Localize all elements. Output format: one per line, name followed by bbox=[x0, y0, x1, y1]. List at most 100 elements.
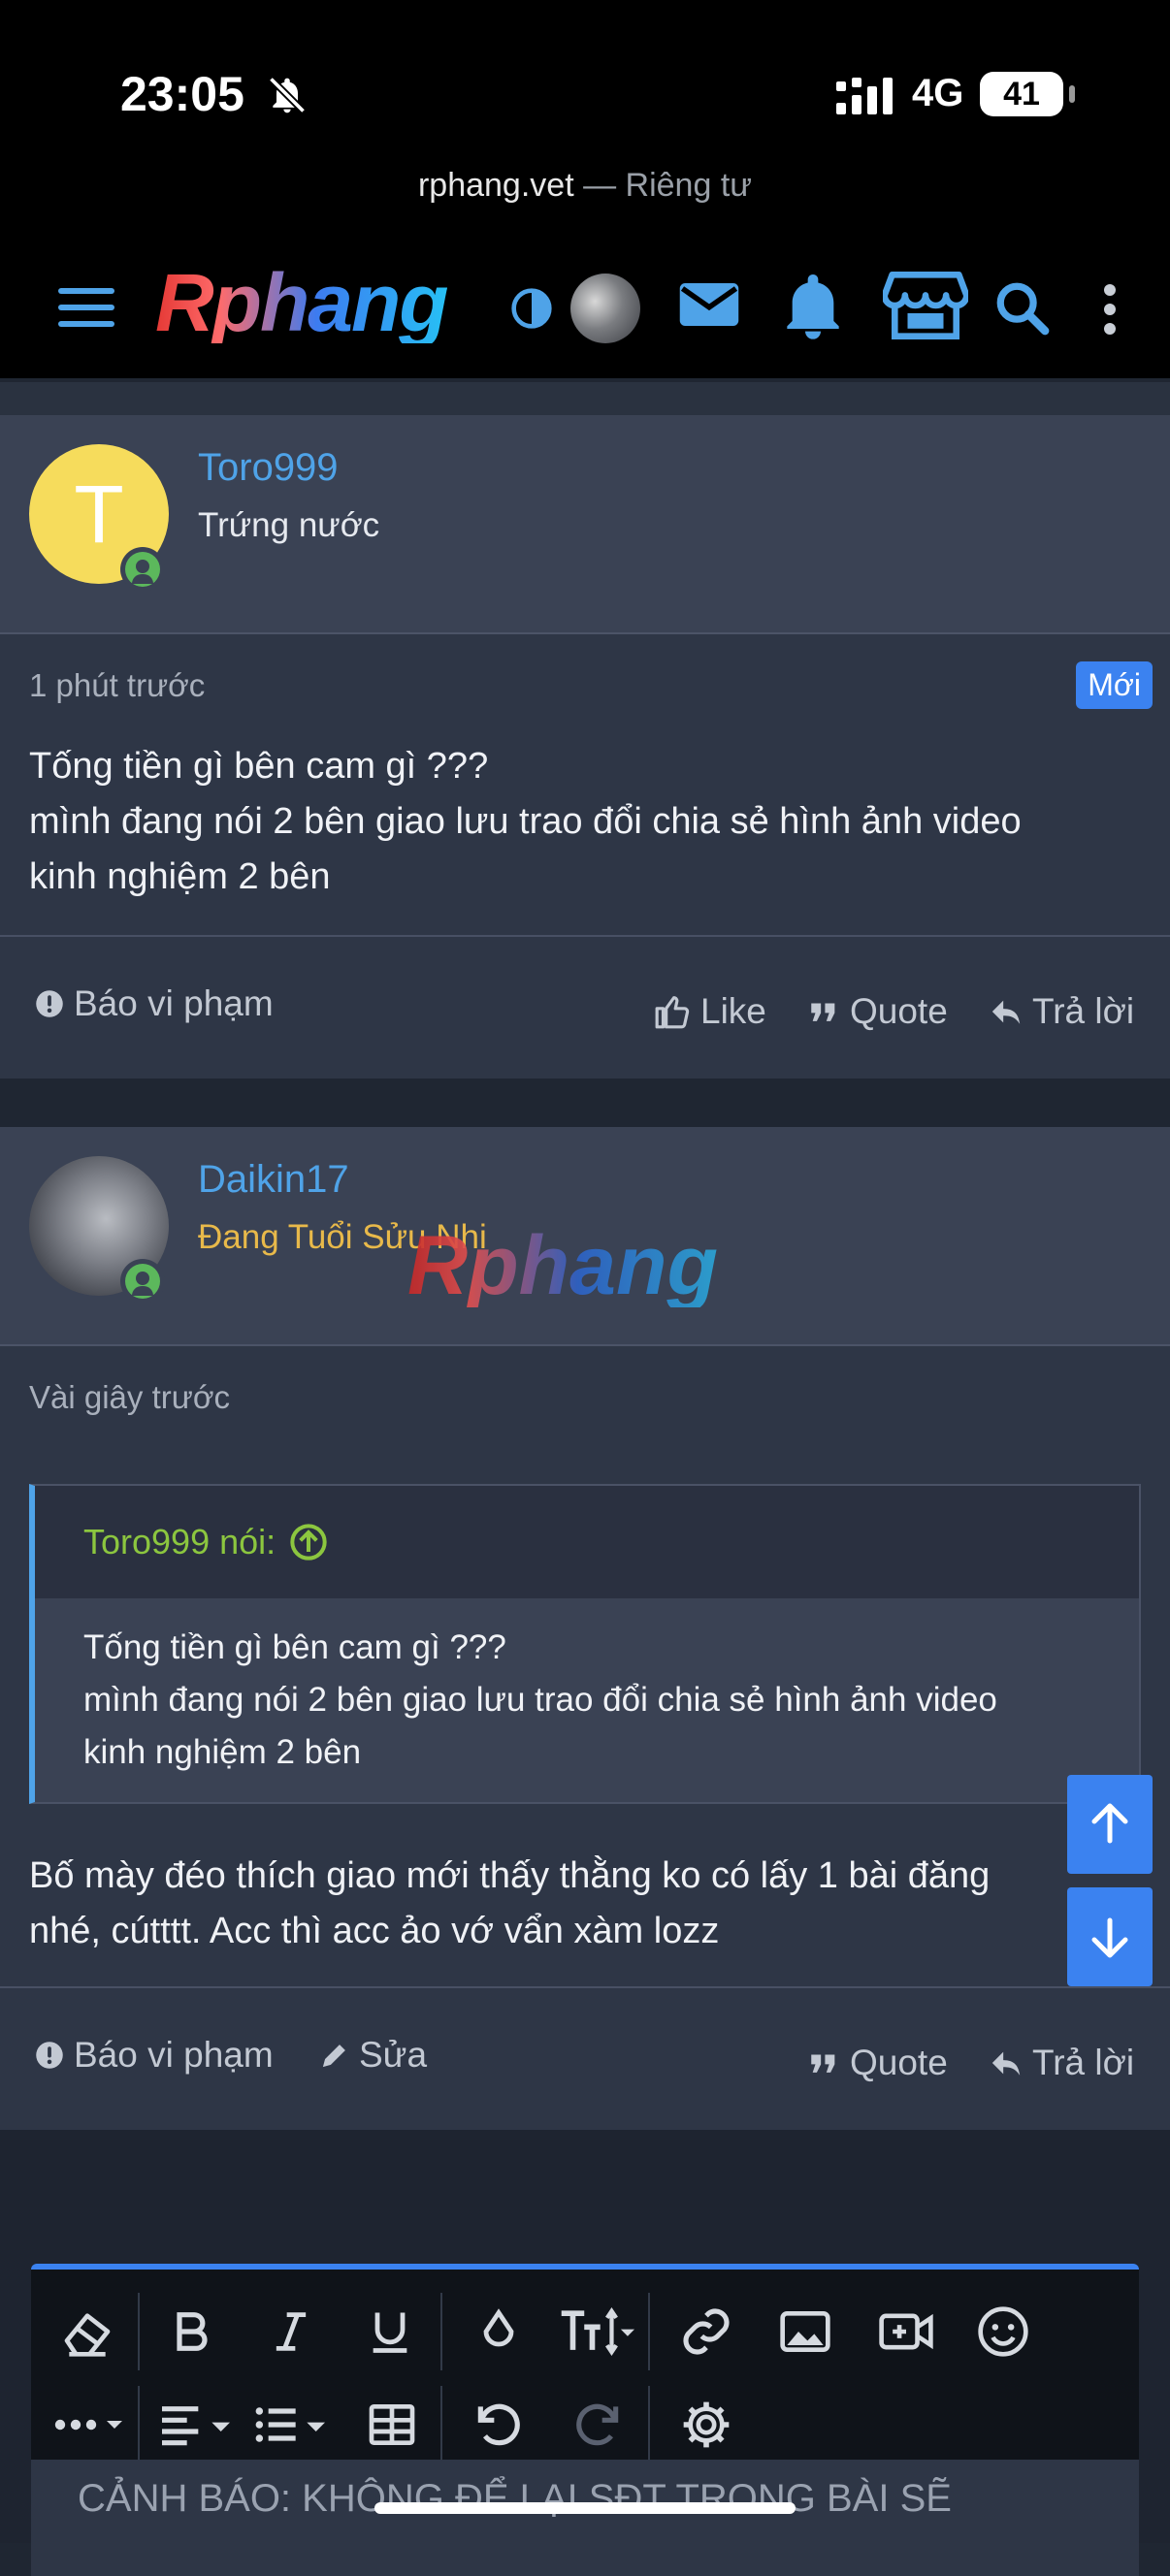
quote-line: kinh nghiệm 2 bên bbox=[83, 1733, 362, 1771]
online-status-icon bbox=[120, 547, 165, 592]
edit-button[interactable]: Sửa bbox=[320, 2035, 427, 2076]
new-badge: Mới bbox=[1076, 661, 1153, 709]
more-options-icon[interactable] bbox=[52, 2405, 130, 2444]
align-icon[interactable] bbox=[157, 2398, 235, 2452]
pencil-icon bbox=[322, 2045, 345, 2068]
quote-button[interactable]: Quote bbox=[807, 991, 948, 1032]
link-icon[interactable] bbox=[679, 2304, 733, 2359]
editor-input[interactable]: CẢNH BÁO: KHÔNG ĐỂ LẠI SĐT TRONG BÀI SẼ bbox=[31, 2460, 1139, 2576]
store-icon[interactable] bbox=[883, 270, 968, 341]
url-privacy: — Riêng tư bbox=[583, 167, 753, 204]
theme-toggle-icon[interactable] bbox=[510, 287, 553, 330]
video-icon[interactable] bbox=[877, 2304, 935, 2359]
table-icon[interactable] bbox=[365, 2398, 419, 2452]
status-bar: 23:05 4G 41 rphang.vet — Riêng tư Rphang bbox=[0, 0, 1170, 378]
bell-off-icon bbox=[268, 76, 307, 114]
toolbar-separator bbox=[440, 2386, 442, 2463]
post-content: Bố mày đéo thích giao mới thấy thằng ko … bbox=[29, 1849, 1145, 1959]
notification-bell-icon[interactable] bbox=[782, 272, 844, 339]
reply-button[interactable]: Trả lời bbox=[990, 2043, 1134, 2083]
thumbs-up-icon bbox=[655, 996, 690, 1029]
font-size-icon[interactable] bbox=[557, 2302, 634, 2361]
more-options-icon[interactable] bbox=[1102, 283, 1118, 336]
user-avatar[interactable] bbox=[570, 274, 640, 343]
watermark-logo: Rphang bbox=[407, 1219, 719, 1312]
bold-icon[interactable] bbox=[167, 2304, 217, 2359]
list-icon[interactable] bbox=[252, 2398, 330, 2452]
reply-button[interactable]: Trả lời bbox=[990, 991, 1134, 1032]
quote-content: Tống tiền gì bên cam gì ??? mình đang nó… bbox=[35, 1598, 1139, 1802]
clock: 23:05 bbox=[120, 67, 244, 121]
post-line: nhé, cútttt. Acc thì acc ảo vớ vẩn xàm l… bbox=[29, 1911, 720, 1951]
post-card: T Toro999 Trứng nước 1 phút trước Mới Tố… bbox=[0, 415, 1170, 1079]
divider bbox=[0, 935, 1170, 937]
eraser-icon[interactable] bbox=[60, 2304, 114, 2359]
divider bbox=[0, 1986, 1170, 1988]
quote-author: Toro999 nói: bbox=[83, 1522, 276, 1562]
username[interactable]: Toro999 bbox=[198, 446, 339, 490]
url-domain: rphang.vet bbox=[417, 167, 574, 204]
post-time[interactable]: Vài giây trước bbox=[29, 1379, 230, 1416]
address-bar[interactable]: rphang.vet — Riêng tư bbox=[0, 167, 1170, 205]
quote-label: Quote bbox=[850, 2043, 948, 2082]
toolbar-separator bbox=[648, 2293, 650, 2370]
reply-icon bbox=[991, 1000, 1021, 1024]
reply-icon bbox=[991, 2051, 1021, 2076]
underline-icon[interactable] bbox=[365, 2304, 415, 2359]
quote-button[interactable]: Quote bbox=[807, 2043, 948, 2083]
quote-block: Toro999 nói: Tống tiền gì bên cam gì ???… bbox=[29, 1484, 1141, 1804]
battery-indicator: 41 bbox=[980, 72, 1075, 116]
toolbar-separator bbox=[440, 2293, 442, 2370]
arrow-up-icon bbox=[1091, 1803, 1128, 1844]
scroll-bottom-button[interactable] bbox=[1067, 1887, 1153, 1986]
quote-header[interactable]: Toro999 nói: bbox=[35, 1486, 1139, 1598]
italic-icon[interactable] bbox=[266, 2304, 316, 2359]
like-label: Like bbox=[700, 991, 766, 1031]
post-line: kinh nghiệm 2 bên bbox=[29, 856, 331, 897]
post-content: Tống tiền gì bên cam gì ??? mình đang nó… bbox=[29, 739, 1145, 905]
post-time[interactable]: 1 phút trước bbox=[29, 667, 205, 704]
reply-label: Trả lời bbox=[1032, 2043, 1135, 2082]
page-strip bbox=[0, 382, 1170, 415]
quote-line: mình đang nói 2 bên giao lưu trao đổi ch… bbox=[83, 1681, 997, 1719]
scroll-top-button[interactable] bbox=[1067, 1775, 1153, 1874]
quote-line: Tống tiền gì bên cam gì ??? bbox=[83, 1628, 506, 1666]
toolbar-separator bbox=[138, 2386, 140, 2463]
report-button[interactable]: Báo vi phạm bbox=[35, 2035, 274, 2076]
post-user-header: T Toro999 Trứng nước bbox=[0, 415, 1170, 634]
like-button[interactable]: Like bbox=[654, 991, 766, 1032]
post-line: Tống tiền gì bên cam gì ??? bbox=[29, 746, 489, 787]
report-button[interactable]: Báo vi phạm bbox=[35, 983, 274, 1024]
undo-icon[interactable] bbox=[471, 2398, 526, 2452]
toolbar-separator bbox=[648, 2386, 650, 2463]
network-type: 4G bbox=[912, 72, 964, 114]
reply-label: Trả lời bbox=[1032, 991, 1135, 1031]
quote-label: Quote bbox=[850, 991, 948, 1031]
toolbar-separator bbox=[138, 2293, 140, 2370]
edit-label: Sửa bbox=[359, 2035, 428, 2075]
post-line: mình đang nói 2 bên giao lưu trao đổi ch… bbox=[29, 801, 1022, 842]
alert-icon bbox=[36, 2042, 63, 2069]
signal-icon bbox=[836, 78, 893, 114]
post-line: Bố mày đéo thích giao mới thấy thằng ko … bbox=[29, 1855, 991, 1896]
redo-icon[interactable] bbox=[570, 2398, 625, 2452]
search-icon[interactable] bbox=[993, 279, 1050, 336]
online-status-icon bbox=[120, 1259, 165, 1304]
report-label: Báo vi phạm bbox=[74, 2035, 274, 2075]
quote-icon bbox=[811, 2054, 835, 2073]
site-logo[interactable]: Rphang bbox=[155, 262, 449, 343]
home-indicator[interactable] bbox=[374, 2502, 796, 2514]
arrow-down-icon bbox=[1091, 1917, 1128, 1958]
quote-icon bbox=[811, 1003, 835, 1021]
username[interactable]: Daikin17 bbox=[198, 1158, 349, 1202]
color-drop-icon[interactable] bbox=[473, 2304, 524, 2359]
mail-icon[interactable] bbox=[677, 277, 741, 332]
menu-icon[interactable] bbox=[58, 286, 114, 329]
image-icon[interactable] bbox=[778, 2304, 832, 2359]
user-title: Trứng nước bbox=[198, 506, 380, 544]
alert-icon bbox=[36, 990, 63, 1017]
settings-gear-icon[interactable] bbox=[679, 2398, 733, 2452]
emoji-icon[interactable] bbox=[976, 2304, 1030, 2359]
jump-up-icon[interactable] bbox=[289, 1523, 328, 1562]
report-label: Báo vi phạm bbox=[74, 983, 274, 1023]
